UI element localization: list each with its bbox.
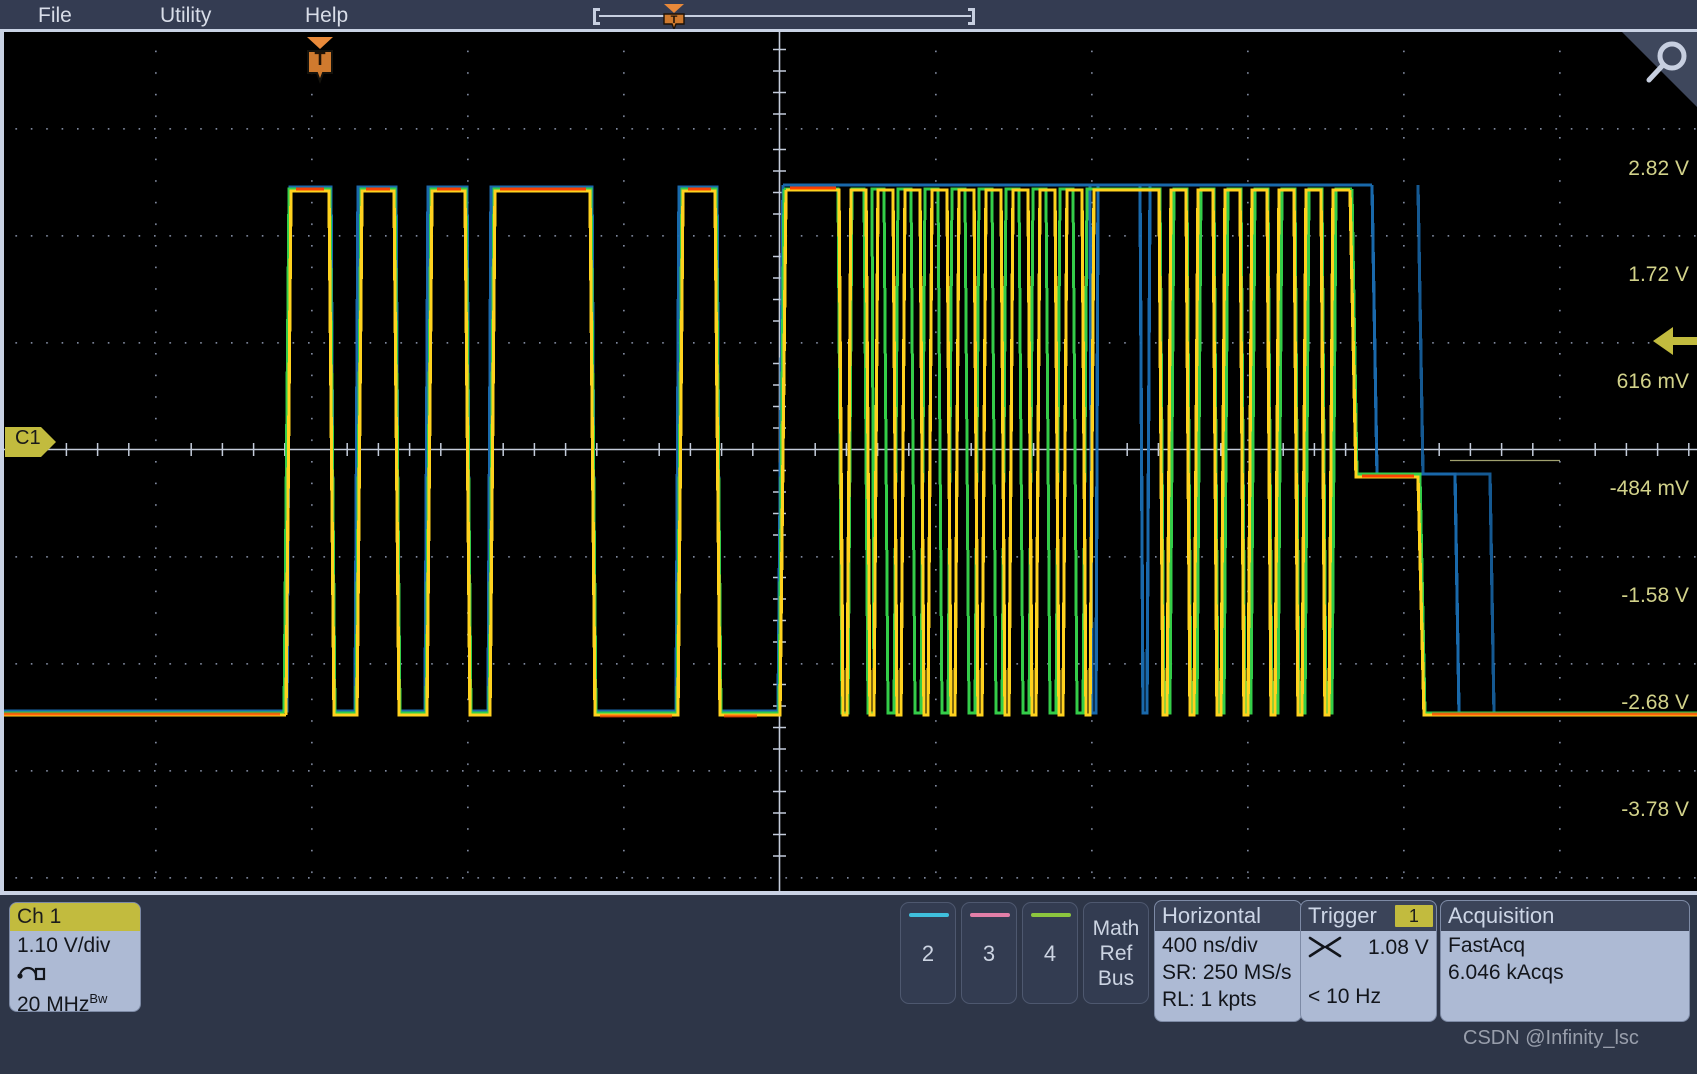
horizontal-title: Horizontal bbox=[1155, 901, 1301, 931]
overview-bracket-right bbox=[968, 8, 975, 25]
probe-icon bbox=[10, 960, 140, 986]
trigger-title: Trigger bbox=[1308, 903, 1377, 928]
screen-border-bottom bbox=[0, 891, 1697, 895]
trigger-level-arrow-icon[interactable] bbox=[1653, 319, 1697, 363]
trigger-panel[interactable]: Trigger 1 1.08 V < 10 Hz bbox=[1300, 900, 1437, 1022]
overview-trigger-handle[interactable]: T bbox=[662, 4, 686, 30]
voltage-label-3: -484 mV bbox=[1609, 477, 1689, 500]
voltage-label-0: 2.82 V bbox=[1628, 157, 1689, 180]
overview-bracket-left bbox=[593, 8, 600, 25]
channel1-title: Ch 1 bbox=[10, 903, 140, 931]
channel1-bandwidth: 20 MHzBw bbox=[10, 986, 140, 1012]
bottom-control-bar: Ch 1 1.10 V/div 20 MHzBw 2 3 4 Math Ref … bbox=[0, 895, 1697, 1074]
oscilloscope-app: File Utility Help T C1 T 2.82 V 1.72 V 6… bbox=[0, 0, 1697, 1074]
channel2-color-swatch bbox=[909, 913, 949, 917]
trigger-level-value: 1.08 V bbox=[1368, 935, 1429, 959]
channel4-color-swatch bbox=[1031, 913, 1071, 917]
bus-label: Bus bbox=[1097, 966, 1135, 990]
channel-button-3[interactable]: 3 bbox=[961, 902, 1017, 1004]
waveform-display[interactable]: C1 T 2.82 V 1.72 V 616 mV -484 mV -1.58 … bbox=[0, 29, 1697, 894]
svg-text:T: T bbox=[671, 14, 678, 26]
trigger-title-row: Trigger 1 bbox=[1301, 901, 1436, 931]
screen-border-left bbox=[0, 29, 4, 894]
voltage-label-1: 1.72 V bbox=[1628, 263, 1689, 286]
acquisition-body: FastAcq 6.046 kAcqs bbox=[1441, 931, 1689, 986]
record-overview-bar[interactable]: T bbox=[593, 4, 975, 30]
watermark: CSDN @Infinity_lsc bbox=[1463, 1027, 1639, 1049]
voltage-label-2: 616 mV bbox=[1616, 370, 1689, 393]
voltage-label-6: -3.78 V bbox=[1621, 798, 1689, 821]
waveform-trace bbox=[0, 183, 1697, 718]
horizontal-panel[interactable]: Horizontal 400 ns/div SR: 250 MS/s RL: 1… bbox=[1154, 900, 1302, 1022]
menu-item-utility[interactable]: Utility bbox=[160, 1, 211, 30]
trigger-marker-letter: T bbox=[314, 49, 326, 69]
trigger-slope-icon bbox=[1308, 936, 1342, 958]
trigger-level-row: 1.08 V bbox=[1308, 932, 1436, 962]
channel1-offset-marker[interactable]: C1 bbox=[5, 425, 57, 459]
screen-border-top bbox=[0, 29, 1697, 32]
math-ref-bus-button[interactable]: Math Ref Bus bbox=[1083, 902, 1149, 1004]
acquisition-panel[interactable]: Acquisition FastAcq 6.046 kAcqs bbox=[1440, 900, 1690, 1022]
trigger-body: 1.08 V < 10 Hz bbox=[1301, 931, 1436, 1012]
acquisition-title: Acquisition bbox=[1441, 901, 1689, 931]
channel3-color-swatch bbox=[970, 913, 1010, 917]
voltage-label-5: -2.68 V bbox=[1621, 691, 1689, 714]
trigger-position-marker[interactable]: T bbox=[303, 37, 337, 87]
channel1-bandwidth-sup: Bw bbox=[89, 991, 108, 1006]
menu-item-file[interactable]: File bbox=[38, 1, 72, 30]
horizontal-body: 400 ns/div SR: 250 MS/s RL: 1 kpts bbox=[1155, 931, 1301, 1013]
trigger-source-badge: 1 bbox=[1394, 905, 1433, 927]
channel4-label: 4 bbox=[1043, 941, 1057, 966]
channel1-volts-per-div: 1.10 V/div bbox=[17, 934, 111, 957]
channel2-label: 2 bbox=[921, 941, 935, 966]
channel-button-4[interactable]: 4 bbox=[1022, 902, 1078, 1004]
acquisition-count: 6.046 kAcqs bbox=[1448, 961, 1564, 984]
menu-bar: File Utility Help T bbox=[0, 0, 1697, 30]
magnifier-icon[interactable] bbox=[1613, 29, 1697, 107]
acquisition-mode: FastAcq bbox=[1448, 934, 1526, 957]
channel1-offset-marker-label: C1 bbox=[15, 427, 41, 449]
math-label: Math bbox=[1092, 916, 1140, 940]
ref-label: Ref bbox=[1099, 941, 1133, 965]
channel1-bandwidth-value: 20 MHz bbox=[17, 993, 90, 1012]
voltage-label-4: -1.58 V bbox=[1621, 584, 1689, 607]
overview-track bbox=[599, 15, 971, 17]
horizontal-record-length: RL: 1 kpts bbox=[1162, 988, 1257, 1011]
channel-button-2[interactable]: 2 bbox=[900, 902, 956, 1004]
trigger-frequency: < 10 Hz bbox=[1308, 985, 1381, 1008]
channel1-panel[interactable]: Ch 1 1.10 V/div 20 MHzBw bbox=[9, 902, 141, 1012]
menu-item-help[interactable]: Help bbox=[305, 1, 348, 30]
channel3-label: 3 bbox=[982, 941, 996, 966]
horizontal-time-per-div: 400 ns/div bbox=[1162, 934, 1258, 957]
horizontal-sample-rate: SR: 250 MS/s bbox=[1162, 961, 1292, 984]
